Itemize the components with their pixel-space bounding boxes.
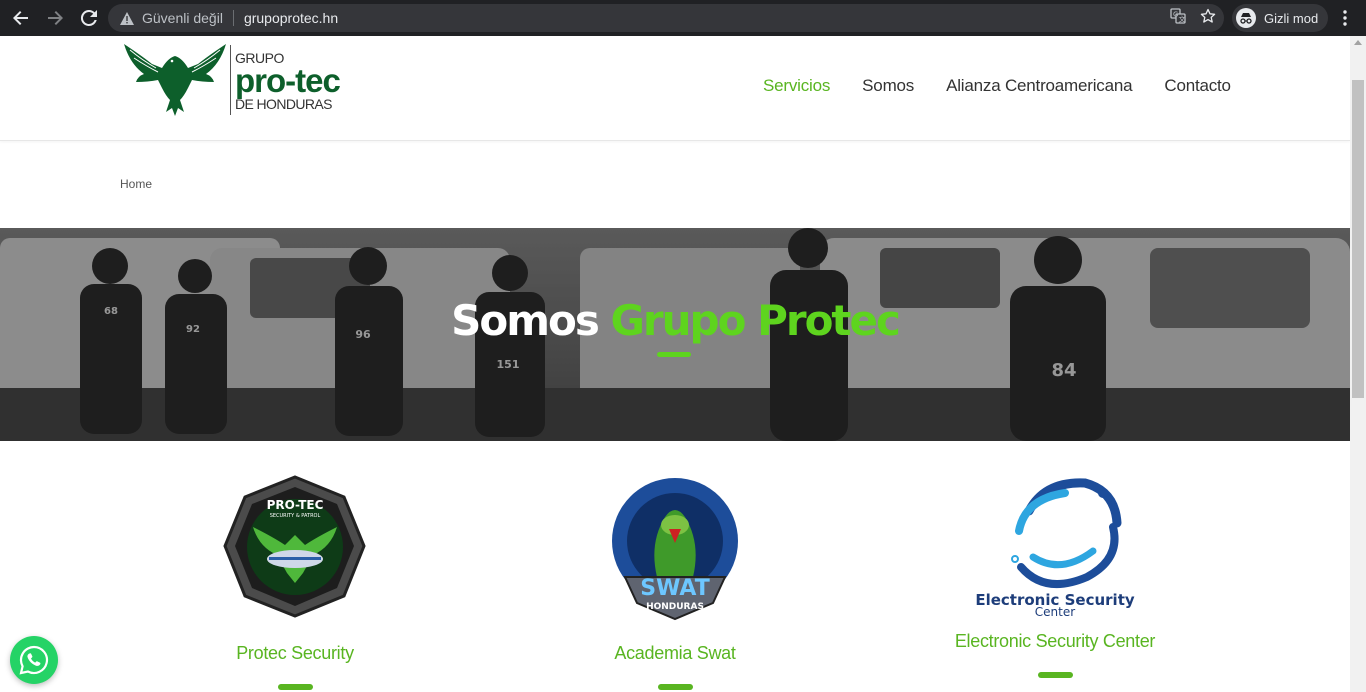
services-section: PRO-TEC SECURITY & PATROL Protec Securit… bbox=[0, 441, 1350, 692]
vertical-scrollbar[interactable] bbox=[1350, 36, 1366, 692]
service-title-electronic-security-center[interactable]: Electronic Security Center bbox=[940, 631, 1170, 652]
eagle-logo-icon bbox=[124, 44, 226, 116]
swat-badge-subtext: HONDURAS bbox=[646, 602, 704, 612]
svg-text:文: 文 bbox=[1179, 15, 1186, 24]
protec-badge-text: PRO-TEC bbox=[267, 498, 324, 512]
address-bar-actions: G文 bbox=[1170, 8, 1216, 29]
logo-wordmark: GRUPO pro-tec DE HONDURAS bbox=[235, 49, 341, 112]
star-icon[interactable] bbox=[1200, 8, 1216, 29]
logo-line-protec: pro-tec bbox=[235, 62, 341, 99]
whatsapp-chat-button[interactable] bbox=[10, 636, 58, 684]
translate-icon[interactable]: G文 bbox=[1170, 8, 1186, 29]
service-card-academia-swat[interactable]: SWAT HONDURAS Academia Swat bbox=[575, 473, 775, 690]
nav-contacto[interactable]: Contacto bbox=[1164, 76, 1231, 96]
hero-title: Somos Grupo Protec bbox=[0, 296, 1350, 345]
nav-somos[interactable]: Somos bbox=[862, 76, 914, 96]
address-separator bbox=[232, 10, 234, 26]
arrow-right-icon bbox=[48, 11, 63, 25]
electronic-security-badge[interactable]: Electronic Security Center bbox=[940, 471, 1170, 619]
breadcrumb-home-link[interactable]: Home bbox=[120, 177, 152, 191]
nav-servicios[interactable]: Servicios bbox=[763, 76, 830, 96]
service-card-electronic-security-center[interactable]: Electronic Security Center Electronic Se… bbox=[940, 471, 1170, 678]
hero-title-green: Grupo Protec bbox=[610, 296, 900, 345]
security-label[interactable]: Güvenli değil bbox=[142, 10, 223, 26]
logo-divider bbox=[230, 45, 231, 115]
incognito-icon bbox=[1236, 8, 1256, 28]
forward-button[interactable] bbox=[40, 3, 70, 33]
hero-title-white: Somos bbox=[451, 296, 600, 345]
service-title-academia-swat[interactable]: Academia Swat bbox=[575, 643, 775, 664]
hero-banner: 68 92 96 151 84 Somos Grupo Protec bbox=[0, 228, 1350, 441]
browser-menu-button[interactable] bbox=[1336, 4, 1354, 32]
breadcrumb: Home bbox=[120, 177, 152, 191]
site-logo[interactable]: GRUPO pro-tec DE HONDURAS bbox=[122, 42, 342, 118]
url-text[interactable]: grupoprotec.hn bbox=[244, 10, 338, 26]
reload-button[interactable] bbox=[74, 3, 104, 33]
service-bar-swat bbox=[657, 684, 693, 690]
academia-swat-badge[interactable]: SWAT HONDURAS bbox=[575, 473, 775, 623]
service-card-protec-security[interactable]: PRO-TEC SECURITY & PATROL Protec Securit… bbox=[195, 475, 395, 690]
service-bar-protec bbox=[277, 684, 313, 690]
address-bar[interactable]: Güvenli değil grupoprotec.hn G文 bbox=[108, 4, 1224, 32]
reload-icon bbox=[80, 9, 97, 26]
scrollbar-thumb[interactable] bbox=[1352, 80, 1364, 398]
esc-badge-subtext: Center bbox=[1035, 605, 1075, 619]
logo-line-honduras: DE HONDURAS bbox=[235, 96, 332, 112]
arrow-left-icon bbox=[13, 11, 28, 25]
site-header: GRUPO pro-tec DE HONDURAS Servicios Somo… bbox=[0, 36, 1350, 141]
incognito-profile-button[interactable]: Gizli mod bbox=[1232, 4, 1329, 32]
protec-security-badge[interactable]: PRO-TEC SECURITY & PATROL bbox=[195, 475, 395, 619]
main-navigation: Servicios Somos Alianza Centroamericana … bbox=[763, 76, 1263, 96]
more-vert-icon bbox=[1343, 10, 1347, 26]
service-bar-esc bbox=[1037, 672, 1073, 678]
protec-badge-subtext: SECURITY & PATROL bbox=[270, 513, 321, 519]
incognito-label: Gizli mod bbox=[1264, 10, 1319, 26]
swat-badge-text: SWAT bbox=[640, 576, 709, 601]
hero-accent-bar bbox=[657, 352, 691, 357]
back-button[interactable] bbox=[6, 3, 36, 33]
scroll-up-arrow-icon[interactable] bbox=[1354, 40, 1362, 45]
service-title-protec-security[interactable]: Protec Security bbox=[195, 643, 395, 664]
nav-alianza-centroamericana[interactable]: Alianza Centroamericana bbox=[946, 76, 1132, 96]
whatsapp-icon bbox=[19, 645, 49, 675]
browser-toolbar: Güvenli değil grupoprotec.hn G文 Gizli mo… bbox=[0, 0, 1366, 36]
page-viewport: GRUPO pro-tec DE HONDURAS Servicios Somo… bbox=[0, 36, 1350, 692]
warning-icon[interactable] bbox=[120, 11, 134, 25]
